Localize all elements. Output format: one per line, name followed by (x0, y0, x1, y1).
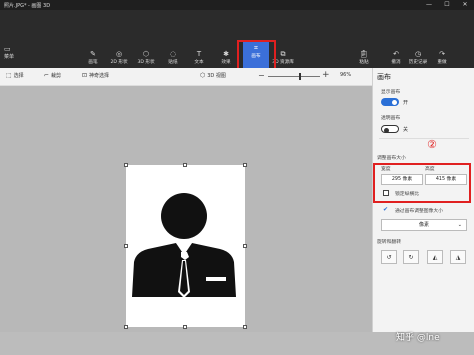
window-controls: — ☐ ✕ (420, 0, 474, 10)
undo-button[interactable]: ↶ 撤消 (384, 50, 408, 65)
crop-label: 裁剪 (51, 73, 62, 79)
tool-text[interactable]: T 文本 (186, 50, 212, 65)
effects-icon: ✱ (223, 50, 229, 58)
tool-label: 重做 (437, 60, 447, 65)
canvas-handle-top-left[interactable] (124, 163, 128, 167)
tool-2d-shapes[interactable]: ◎ 2D 形状 (106, 50, 132, 65)
canvas-handle-bottom-right[interactable] (243, 325, 247, 329)
zoom-out-button[interactable]: − (258, 71, 265, 80)
maximize-button[interactable]: ☐ (438, 0, 456, 10)
zoom-value: 96% (340, 72, 352, 78)
history-icon: ◷ (414, 50, 422, 58)
panel-divider (379, 138, 469, 139)
window-title: 照片.JPG* - 画图 3D (4, 2, 51, 9)
toolbar: ⬚ 选择 ⌐ 裁剪 ⊡ 神奇选择 ⬡ 3D 视图 − + 96% (0, 68, 372, 86)
rotate-left-button[interactable]: ↺ (381, 250, 397, 264)
tool-label: 2D 形状 (110, 60, 128, 65)
flip-horizontal-icon: ◭ (432, 254, 438, 261)
redo-icon: ↷ (439, 50, 445, 58)
sticker-icon: ◌ (169, 50, 177, 58)
tool-label: 画笔 (88, 60, 98, 65)
rotate-right-button[interactable]: ↻ (403, 250, 419, 264)
transparent-canvas-label: 透明画布 (381, 116, 401, 121)
zoom-slider[interactable] (268, 73, 320, 80)
title-bar: 照片.JPG* - 画图 3D — ☐ ✕ (0, 0, 474, 10)
show-canvas-state: 开 (403, 100, 409, 106)
undo-icon: ↶ (393, 50, 399, 58)
tool-label: 效果 (221, 60, 231, 65)
redo-button[interactable]: ↷ 重做 (430, 50, 454, 65)
tool-label: 粘贴 (359, 60, 369, 65)
menu-label: 菜单 (4, 54, 15, 60)
tool-stickers[interactable]: ◌ 贴纸 (160, 50, 186, 65)
magic-select-icon: ⊡ (82, 72, 88, 79)
transparent-canvas-state: 关 (403, 127, 409, 133)
canvas-handle-bottom-left[interactable] (124, 325, 128, 329)
flip-vertical-icon: ◮ (455, 254, 461, 261)
resize-image-checkmark-icon[interactable]: ✔ (383, 206, 388, 213)
tool-3d-shapes[interactable]: ⬡ 3D 形状 (133, 50, 159, 65)
tool-effects[interactable]: ✱ 效果 (213, 50, 239, 65)
person-silhouette-image (132, 193, 236, 298)
toggle-knob (384, 127, 389, 133)
canvas-handle-bottom-middle[interactable] (183, 325, 187, 329)
brush-icon: ✎ (90, 50, 96, 58)
flip-vertical-button[interactable]: ◮ (450, 250, 466, 264)
text-icon: T (196, 50, 202, 58)
minimize-button[interactable]: — (420, 0, 438, 10)
rotate-left-icon: ↺ (386, 254, 392, 261)
annotation-marker-2: ② (427, 138, 437, 151)
show-canvas-label: 显示画布 (381, 90, 401, 95)
canvas[interactable] (126, 165, 245, 327)
3d-view-label: 3D 视图 (207, 73, 226, 79)
close-button[interactable]: ✕ (456, 0, 474, 10)
history-button[interactable]: ◷ 历史记录 (406, 50, 430, 65)
canvas-handle-top-right[interactable] (243, 163, 247, 167)
canvas-handle-middle-right[interactable] (243, 244, 247, 248)
tool-brushes[interactable]: ✎ 画笔 (80, 50, 106, 65)
unit-dropdown[interactable]: 像素 ⌄ (381, 219, 467, 231)
rotate-flip-label: 旋转和翻转 (377, 240, 401, 245)
tool-label: 撤消 (391, 60, 401, 65)
panel-title: 画布 (377, 73, 391, 81)
watermark: 知乎 @lne (396, 333, 440, 343)
select-icon: ⬚ (6, 72, 12, 79)
toggle-knob (392, 99, 397, 105)
crop-icon: ⌐ (44, 72, 50, 79)
zoom-in-button[interactable]: + (322, 70, 330, 80)
3d-view-button[interactable]: ⬡ 3D 视图 (200, 72, 226, 79)
magic-select-label: 神奇选择 (89, 73, 110, 79)
chevron-down-icon: ⌄ (457, 222, 462, 228)
tool-label: 3D 形状 (137, 60, 155, 65)
rotate-right-icon: ↻ (408, 254, 414, 261)
paste-button[interactable]: 📋︎ 粘贴 (352, 50, 376, 65)
3d-view-icon: ⬡ (200, 72, 206, 79)
select-button[interactable]: ⬚ 选择 (6, 72, 24, 79)
tool-label: 文本 (194, 60, 204, 65)
2d-shapes-icon: ◎ (115, 50, 123, 58)
menu-button[interactable]: ▭ 菜单 (4, 45, 26, 61)
resize-image-label: 通过画布调整图像大小 (395, 209, 443, 214)
unit-value: 像素 (418, 222, 429, 228)
folder-icon: ▭ (4, 45, 11, 53)
3d-shapes-icon: ⬡ (142, 50, 150, 58)
transparent-canvas-toggle[interactable] (381, 125, 399, 133)
resize-fields-highlight (373, 163, 471, 203)
paste-icon: 📋︎ (359, 50, 369, 58)
crop-button[interactable]: ⌐ 裁剪 (44, 72, 61, 79)
zoom-slider-knob[interactable] (299, 73, 301, 80)
tool-label: 历史记录 (408, 60, 428, 65)
flip-horizontal-button[interactable]: ◭ (427, 250, 443, 264)
canvas-handle-middle-left[interactable] (124, 244, 128, 248)
resize-title: 调整画布大小 (377, 156, 406, 161)
select-label: 选择 (13, 73, 24, 79)
tool-label: 贴纸 (168, 60, 178, 65)
canvas-handle-top-middle[interactable] (183, 163, 187, 167)
show-canvas-toggle[interactable] (381, 98, 399, 106)
magic-select-button[interactable]: ⊡ 神奇选择 (82, 72, 109, 79)
